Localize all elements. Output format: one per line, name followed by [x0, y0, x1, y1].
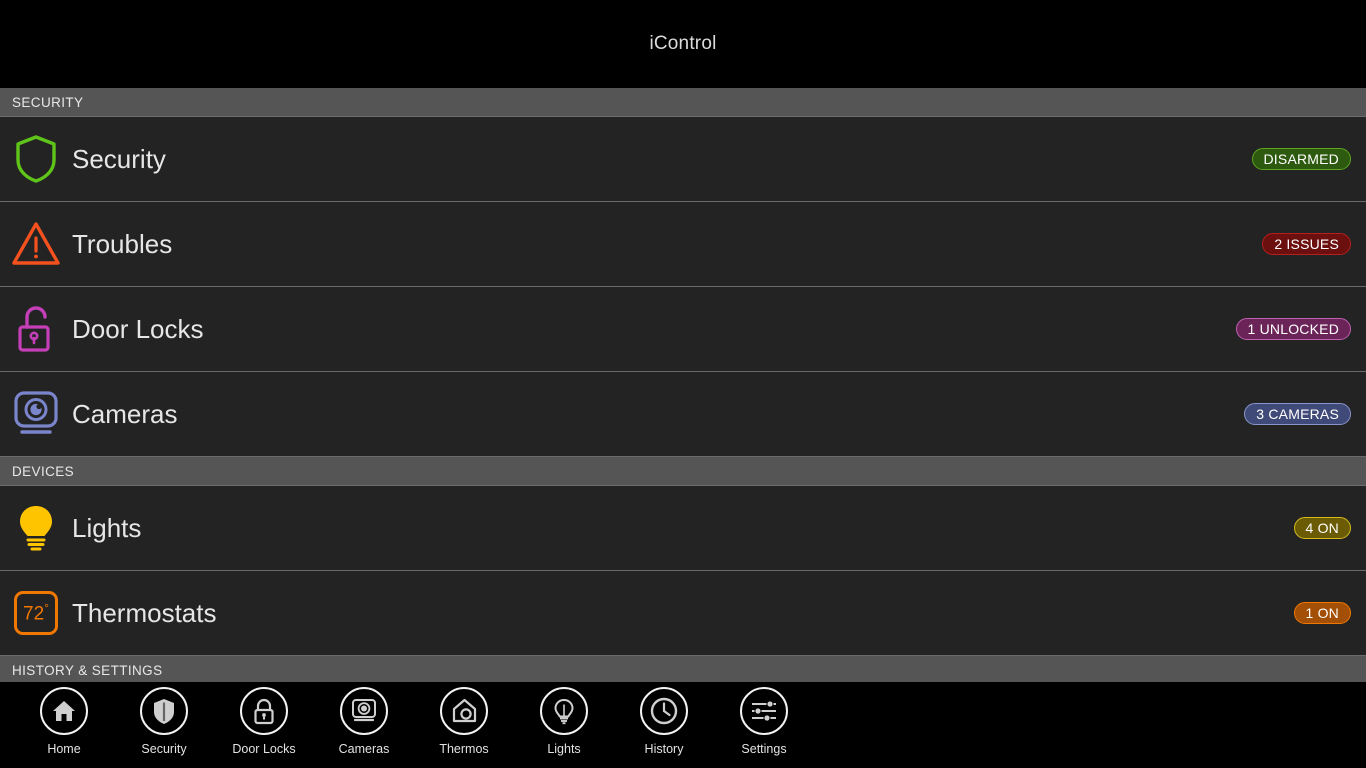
section-header-label: SECURITY — [12, 94, 84, 110]
row-icon-door-locks — [0, 287, 72, 372]
row-icon-troubles — [0, 202, 72, 287]
thermostat-house-icon — [452, 698, 476, 723]
row-badge-wrap-lights: 4 ON — [1293, 517, 1366, 539]
nav-item-cameras[interactable]: Cameras — [314, 687, 414, 756]
list-row-thermostats[interactable]: 72° Thermostats 1 ON — [0, 571, 1366, 656]
nav-label-cameras: Cameras — [338, 742, 390, 756]
row-label-thermostats: Thermostats — [72, 597, 217, 628]
nav-item-history[interactable]: History — [614, 687, 714, 756]
lightbulb-icon — [554, 698, 574, 724]
nav-item-lights[interactable]: Lights — [514, 687, 614, 756]
section-header-history-settings: HISTORY & SETTINGS — [0, 656, 1366, 682]
nav-icon-settings — [740, 687, 788, 735]
bottom-navigation-bar: Home Security Door Locks Cameras Thermos… — [0, 682, 1366, 768]
unlocked-padlock-icon — [18, 306, 50, 352]
nav-label-thermos: Thermos — [439, 742, 489, 756]
nav-icon-thermos — [440, 687, 488, 735]
status-badge-lights[interactable]: 4 ON — [1293, 517, 1351, 539]
row-label-troubles: Troubles — [72, 228, 173, 259]
home-icon — [53, 701, 75, 721]
status-badge-thermostats[interactable]: 1 ON — [1293, 602, 1351, 624]
thermostat-temperature: 72° — [23, 601, 49, 625]
warning-triangle-icon — [12, 222, 60, 265]
section-header-security: SECURITY — [0, 88, 1366, 117]
nav-item-thermos[interactable]: Thermos — [414, 687, 514, 756]
sliders-icon — [752, 700, 776, 722]
status-badge-door-locks[interactable]: 1 UNLOCKED — [1235, 318, 1351, 340]
row-badge-wrap-security: DISARMED — [1251, 148, 1366, 170]
padlock-icon — [254, 698, 274, 724]
status-badge-cameras[interactable]: 3 CAMERAS — [1244, 403, 1351, 425]
row-icon-lights — [0, 486, 72, 571]
row-icon-thermostats: 72° — [0, 571, 72, 656]
nav-item-settings[interactable]: Settings — [714, 687, 814, 756]
list-row-security[interactable]: Security DISARMED — [0, 117, 1366, 202]
list-row-lights[interactable]: Lights 4 ON — [0, 486, 1366, 571]
app-title: iControl — [649, 33, 717, 54]
nav-icon-home — [40, 687, 88, 735]
camera-icon — [14, 391, 58, 434]
row-badge-wrap-thermostats: 1 ON — [1293, 602, 1366, 624]
nav-icon-lights — [540, 687, 588, 735]
clock-icon — [650, 697, 678, 725]
thermostat-icon: 72° — [14, 591, 58, 635]
nav-icon-doorlocks — [240, 687, 288, 735]
nav-label-settings: Settings — [741, 742, 787, 756]
main-list[interactable]: SECURITY Security DISARMED Troubles 2 ISSU… — [0, 88, 1366, 682]
nav-icon-cameras — [340, 687, 388, 735]
status-badge-troubles[interactable]: 2 ISSUES — [1262, 233, 1351, 255]
nav-icon-security — [140, 687, 188, 735]
icontrol-app: iControl SECURITY Security DISARMED Troub… — [0, 0, 1366, 768]
row-label-security: Security — [72, 143, 166, 174]
lightbulb-icon — [20, 506, 52, 551]
status-badge-security[interactable]: DISARMED — [1251, 148, 1351, 170]
row-badge-wrap-troubles: 2 ISSUES — [1262, 233, 1366, 255]
list-row-door-locks[interactable]: Door Locks 1 UNLOCKED — [0, 287, 1366, 372]
row-badge-wrap-cameras: 3 CAMERAS — [1244, 403, 1366, 425]
nav-item-home[interactable]: Home — [14, 687, 114, 756]
section-header-devices: DEVICES — [0, 457, 1366, 486]
title-bar: iControl — [0, 0, 1366, 88]
row-label-lights: Lights — [72, 512, 142, 543]
row-label-door-locks: Door Locks — [72, 313, 204, 344]
nav-label-security: Security — [141, 742, 187, 756]
nav-label-history: History — [644, 742, 684, 756]
shield-icon — [154, 698, 174, 724]
nav-item-security[interactable]: Security — [114, 687, 214, 756]
camera-icon — [352, 699, 376, 722]
nav-item-doorlocks[interactable]: Door Locks — [214, 687, 314, 756]
nav-label-home: Home — [47, 742, 81, 756]
list-row-troubles[interactable]: Troubles 2 ISSUES — [0, 202, 1366, 287]
section-header-label: DEVICES — [12, 463, 75, 479]
nav-label-lights: Lights — [547, 742, 581, 756]
row-icon-security — [0, 117, 72, 202]
section-header-label: HISTORY & SETTINGS — [12, 662, 163, 678]
row-badge-wrap-door-locks: 1 UNLOCKED — [1235, 318, 1366, 340]
list-row-cameras[interactable]: Cameras 3 CAMERAS — [0, 372, 1366, 457]
nav-label-doorlocks: Door Locks — [232, 742, 296, 756]
row-icon-cameras — [0, 372, 72, 457]
nav-icon-history — [640, 687, 688, 735]
row-label-cameras: Cameras — [72, 398, 178, 429]
shield-icon — [16, 135, 56, 183]
